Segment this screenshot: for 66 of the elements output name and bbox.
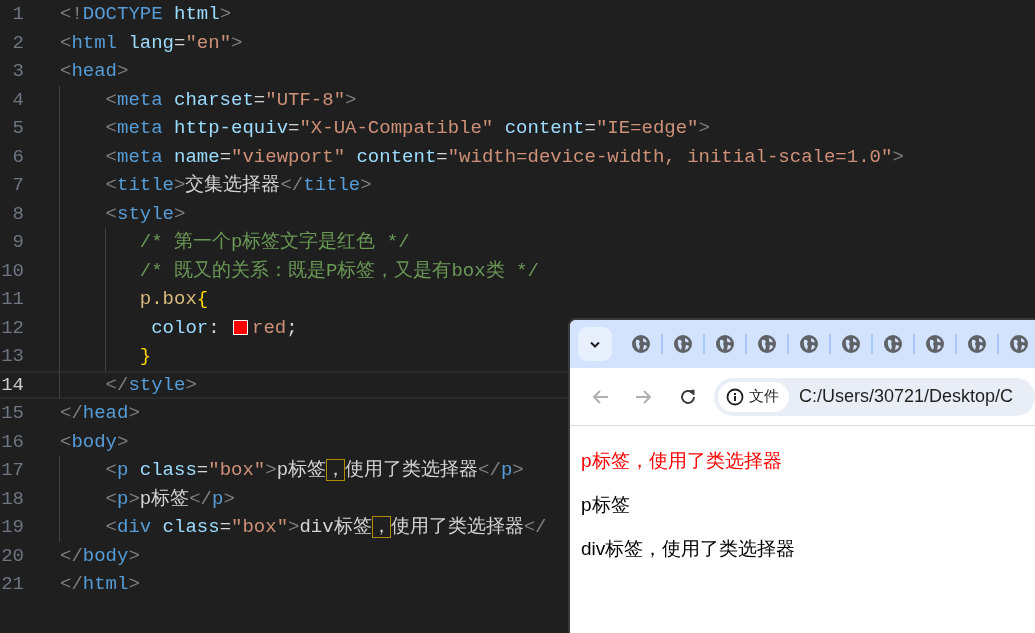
code-text: </html> bbox=[60, 572, 140, 597]
line-number: 9 bbox=[11, 230, 24, 255]
line-number: 18 bbox=[0, 486, 24, 512]
globe-icon bbox=[968, 335, 986, 353]
code-text: <div class="box">div标签，使用了类选择器</ bbox=[105, 515, 547, 540]
code-text: <body> bbox=[60, 429, 129, 455]
page-paragraph: div标签，使用了类选择器 bbox=[581, 537, 797, 560]
code-text: <title>交集选择器</title> bbox=[105, 173, 372, 198]
globe-icon bbox=[1010, 335, 1028, 353]
code-text: <!DOCTYPE html> bbox=[60, 2, 232, 27]
globe-icon bbox=[926, 335, 944, 353]
globe-icon bbox=[632, 335, 650, 353]
code-text: red; bbox=[252, 315, 298, 341]
line-number: 5 bbox=[11, 116, 24, 141]
code-text: /* 既又的关系：既是P标签，又是有box类 */ bbox=[139, 258, 539, 284]
chevron-icon bbox=[590, 340, 600, 348]
code-text: <p>p标签</p> bbox=[105, 486, 235, 512]
tab-search-button[interactable] bbox=[578, 327, 612, 361]
globe-icon bbox=[884, 335, 902, 353]
line-number: 13 bbox=[0, 344, 24, 369]
line-number: 3 bbox=[11, 59, 24, 84]
line-number: 2 bbox=[11, 30, 24, 56]
line-number: 1 bbox=[11, 2, 24, 27]
code-text: </head> bbox=[60, 401, 140, 426]
line-number: 14 bbox=[0, 372, 24, 398]
code-text: /* 第一个p标签文字是红色 */ bbox=[139, 230, 410, 255]
code-text: } bbox=[139, 344, 152, 369]
url-text: C:/Users/30721/Desktop/C bbox=[799, 385, 1014, 408]
line-number: 11 bbox=[0, 287, 24, 312]
line-number: 7 bbox=[11, 173, 24, 198]
page-paragraph: p标签 bbox=[581, 493, 631, 516]
line-number: 20 bbox=[0, 543, 24, 569]
code-text: </style> bbox=[105, 372, 197, 398]
code-text: color: bbox=[151, 315, 221, 341]
back-arrow-icon bbox=[591, 387, 609, 406]
code-text: <style> bbox=[105, 201, 186, 227]
line-number: 16 bbox=[0, 429, 24, 455]
line-number: 15 bbox=[0, 401, 24, 426]
line-number: 19 bbox=[0, 515, 24, 540]
code-text: <meta name="viewport" content="width=device-width, initial-scale=1.0"> bbox=[105, 144, 904, 170]
code-text: <html lang="en"> bbox=[60, 30, 243, 56]
info-icon bbox=[726, 387, 744, 406]
code-text: </body> bbox=[60, 543, 140, 569]
site-info-button[interactable]: 文件 bbox=[718, 381, 789, 412]
line-number: 8 bbox=[11, 201, 24, 227]
line-number: 4 bbox=[11, 87, 24, 113]
globe-icon bbox=[716, 335, 734, 353]
line-number: 6 bbox=[11, 144, 24, 170]
globe-icon bbox=[674, 335, 692, 353]
globe-icon bbox=[800, 335, 818, 353]
code-text: p.box{ bbox=[139, 287, 209, 312]
globe-icon bbox=[842, 335, 860, 353]
globe-icon bbox=[758, 335, 776, 353]
line-number: 10 bbox=[0, 258, 24, 284]
page-paragraph: p标签，使用了类选择器 bbox=[581, 450, 783, 472]
code-text: <meta charset="UTF-8"> bbox=[105, 87, 357, 113]
address-bar[interactable]: 文件 C:/Users/30721/Desktop/C bbox=[714, 377, 1035, 416]
line-number: 12 bbox=[0, 315, 24, 341]
code-text: <meta http-equiv="X-UA-Compatible" content="IE=edge"> bbox=[105, 116, 710, 141]
forward-arrow-icon bbox=[635, 387, 653, 406]
reload-icon bbox=[679, 387, 697, 406]
line-number: 21 bbox=[0, 572, 24, 597]
color-swatch-icon[interactable] bbox=[233, 320, 248, 336]
code-text: <p class="box">p标签，使用了类选择器</p> bbox=[105, 458, 524, 483]
line-number: 17 bbox=[0, 458, 24, 483]
code-text: <head> bbox=[60, 59, 129, 84]
